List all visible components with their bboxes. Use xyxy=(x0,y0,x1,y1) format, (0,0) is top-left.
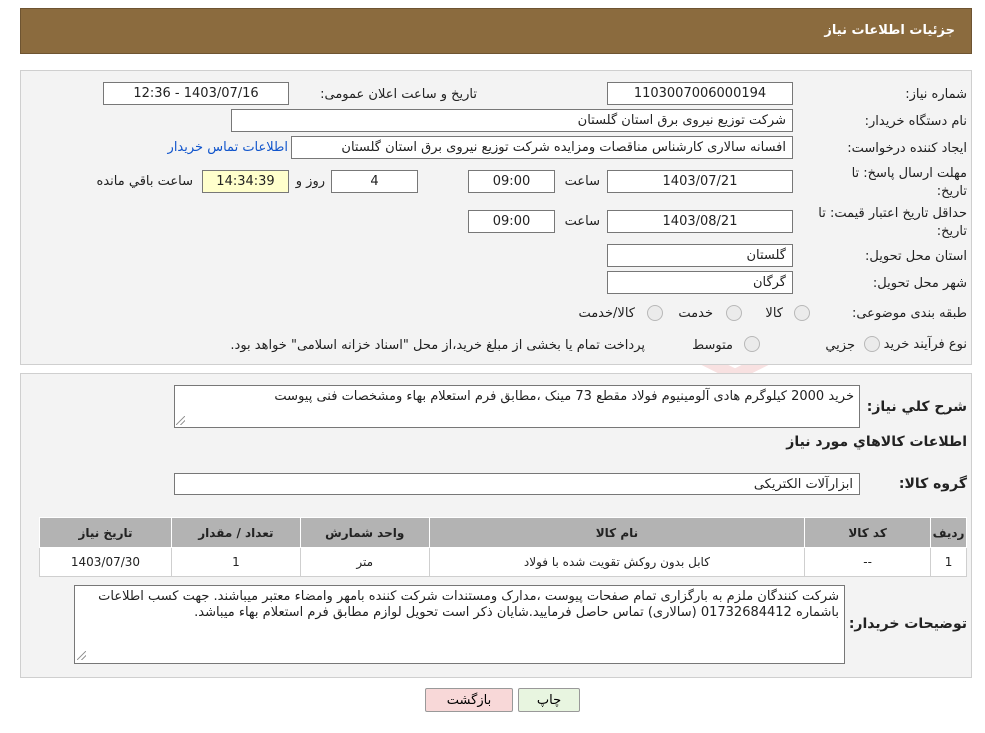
col-name: نام کالا xyxy=(428,517,806,548)
category-radio-goods-service[interactable] xyxy=(647,305,663,321)
delivery-city-label: شهر محل تحویل: xyxy=(872,276,967,291)
need-number-field: 1103007006000194 xyxy=(607,82,793,105)
remaining-days-field: 4 xyxy=(331,170,418,193)
col-quantity: تعداد / مقدار xyxy=(170,517,301,548)
cell-quantity: 1 xyxy=(170,547,301,577)
announce-datetime-field: 1403/07/16 - 12:36 xyxy=(103,82,289,105)
col-date: تاریخ نیاز xyxy=(39,517,172,548)
back-button[interactable]: بازگشت xyxy=(425,688,513,712)
reply-deadline-label-date: تاریخ: xyxy=(936,184,967,199)
category-radio-service[interactable] xyxy=(726,305,742,321)
requester-label: ایجاد کننده درخواست: xyxy=(847,141,967,156)
delivery-city-field: گرگان xyxy=(607,271,793,294)
category-option-goods: کالا xyxy=(765,306,783,321)
buyer-org-field: شرکت توزیع نیروی برق استان گلستان xyxy=(231,109,793,132)
summary-label: شرح كلي نياز: xyxy=(866,399,967,415)
price-validity-date-field: 1403/08/21 xyxy=(607,210,793,233)
remaining-days-label: روز و xyxy=(295,174,325,189)
reply-deadline-time-label: ساعت xyxy=(564,174,600,189)
print-button[interactable]: چاپ xyxy=(518,688,580,712)
category-radio-goods[interactable] xyxy=(794,305,810,321)
price-validity-time-field: 09:00 xyxy=(468,210,555,233)
price-validity-label: حداقل تاریخ اعتبار قیمت: تا xyxy=(818,206,967,221)
goods-table: ردیف کد کالا نام کالا واحد شمارش تعداد /… xyxy=(39,517,967,577)
price-validity-time-label: ساعت xyxy=(564,214,600,229)
remaining-time-field: 14:34:39 xyxy=(202,170,289,193)
goods-group-label: گروه کالا: xyxy=(898,476,967,492)
need-number-label: شماره نیاز: xyxy=(905,87,967,102)
cell-unit: متر xyxy=(299,547,430,577)
cell-row: 1 xyxy=(930,547,967,577)
buyer-notes-resize-grip[interactable] xyxy=(77,651,86,660)
purchase-type-radio-medium[interactable] xyxy=(744,336,760,352)
remaining-time-label: ساعت باقي مانده xyxy=(96,174,193,189)
col-code: کد کالا xyxy=(804,517,932,548)
page-header: جزئیات اطلاعات نیاز xyxy=(20,8,972,54)
reply-deadline-label: مهلت ارسال پاسخ: تا xyxy=(851,166,967,181)
summary-field: خرید 2000 کیلوگرم هادی آلومینیوم فولاد م… xyxy=(174,385,860,428)
col-unit: واحد شمارش xyxy=(299,517,430,548)
goods-table-header: ردیف کد کالا نام کالا واحد شمارش تعداد /… xyxy=(39,517,967,548)
cell-date: 1403/07/30 xyxy=(39,547,172,577)
buyer-notes-label: توضیحات خریدار: xyxy=(848,616,967,632)
requester-field: افسانه سالاری کارشناس مناقصات ومزایده شر… xyxy=(291,136,793,159)
buyer-org-label: نام دستگاه خریدار: xyxy=(864,114,967,129)
delivery-province-field: گلستان xyxy=(607,244,793,267)
delivery-province-label: استان محل تحویل: xyxy=(865,249,967,264)
col-row: ردیف xyxy=(930,517,967,548)
goods-group-field: ابزارآلات الکتریکی xyxy=(174,473,860,495)
goods-section-title: اطلاعات كالاهاي مورد نياز xyxy=(786,434,967,450)
buyer-notes-field: شرکت کنندگان ملزم به بارگزاری تمام صفحات… xyxy=(74,585,845,664)
buyer-contact-link[interactable]: اطلاعات تماس خریدار xyxy=(168,140,288,155)
treasury-note: پرداخت تمام یا بخشی از مبلغ خرید،از محل … xyxy=(230,338,645,353)
purchase-type-label: نوع فرآیند خرید : xyxy=(875,337,967,352)
category-option-goods-service: کالا/خدمت xyxy=(578,306,635,321)
purchase-type-option-minor: جزیي xyxy=(825,338,855,353)
cell-code: -- xyxy=(804,547,932,577)
announce-datetime-label: تاریخ و ساعت اعلان عمومی: xyxy=(320,87,477,102)
category-label: طبقه بندی موضوعی: xyxy=(851,306,967,321)
reply-deadline-time-field: 09:00 xyxy=(468,170,555,193)
page-title: جزئیات اطلاعات نیاز xyxy=(824,23,955,38)
purchase-type-radio-minor[interactable] xyxy=(864,336,880,352)
summary-resize-grip[interactable] xyxy=(176,416,185,425)
cell-name: کابل بدون روکش تقویت شده با فولاد xyxy=(428,547,806,577)
reply-deadline-date-field: 1403/07/21 xyxy=(607,170,793,193)
table-row: 1 -- کابل بدون روکش تقویت شده با فولاد م… xyxy=(39,547,967,577)
price-validity-label-date: تاریخ: xyxy=(936,224,967,239)
purchase-type-option-medium: متوسط xyxy=(692,338,733,353)
category-option-service: خدمت xyxy=(678,306,713,321)
